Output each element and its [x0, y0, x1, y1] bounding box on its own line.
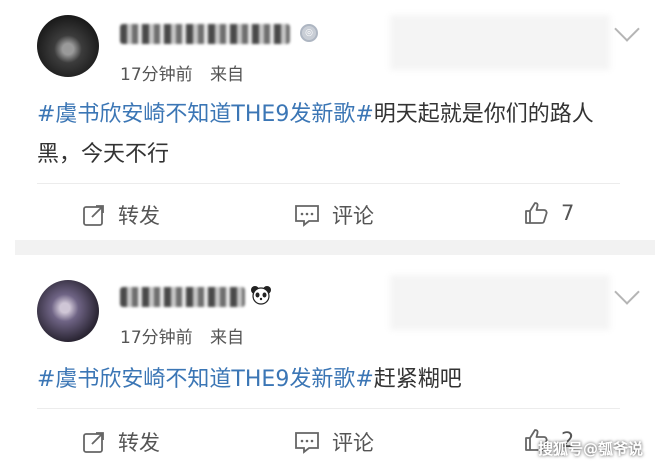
comment-label: 评论: [332, 204, 374, 228]
post-text: 赶紧糊吧: [373, 367, 462, 392]
comment-card-2: 17分钟前 来自 #虞书欣安崎不知道THE9发新歌#赶紧糊吧 转发 评论 2: [0, 255, 655, 467]
repost-icon: [83, 205, 104, 226]
separator-line: [37, 408, 620, 409]
comment-icon: [295, 432, 319, 454]
blurred-area: [390, 275, 610, 330]
post-meta: 17分钟前 来自: [120, 323, 256, 348]
repost-button[interactable]: 转发: [82, 200, 160, 230]
post-content: #虞书欣安崎不知道THE9发新歌#明天起就是你们的路人黑，今天不行: [37, 95, 637, 175]
repost-label: 转发: [118, 431, 160, 455]
comment-label: 评论: [332, 431, 374, 455]
repost-label: 转发: [118, 204, 160, 228]
watermark: 搜狐号@瓠爷说: [537, 440, 643, 458]
card-divider: [15, 240, 655, 255]
panda-icon: [251, 286, 271, 305]
chevron-down-icon[interactable]: [614, 16, 640, 42]
comment-icon: [295, 205, 319, 227]
like-button[interactable]: 7: [523, 200, 574, 226]
post-meta: 17分钟前 来自: [120, 60, 256, 85]
avatar[interactable]: [37, 15, 99, 77]
topic-link[interactable]: #虞书欣安崎不知道THE9发新歌#: [37, 367, 374, 392]
topic-link[interactable]: #虞书欣安崎不知道THE9发新歌#: [37, 102, 374, 127]
post-source: 来自: [210, 65, 245, 85]
post-content: #虞书欣安崎不知道THE9发新歌#赶紧糊吧: [37, 360, 637, 400]
like-count: 7: [561, 201, 575, 225]
username-blurred[interactable]: [120, 287, 245, 307]
repost-icon: [83, 432, 104, 453]
post-time: 17分钟前: [120, 65, 193, 85]
thumbs-up-icon: [525, 202, 548, 224]
username-blurred[interactable]: [120, 24, 290, 44]
post-time: 17分钟前: [120, 328, 193, 348]
blurred-area: [390, 15, 610, 70]
avatar[interactable]: [37, 280, 99, 342]
chevron-down-icon[interactable]: [614, 279, 640, 305]
comment-card-1: ◎ 17分钟前 来自 #虞书欣安崎不知道THE9发新歌#明天起就是你们的路人黑，…: [0, 0, 655, 240]
comment-button[interactable]: 评论: [294, 200, 374, 230]
post-source: 来自: [210, 328, 245, 348]
separator-line: [37, 183, 620, 184]
comment-button[interactable]: 评论: [294, 427, 374, 457]
repost-button[interactable]: 转发: [82, 427, 160, 457]
medal-badge-icon: ◎: [300, 24, 318, 42]
